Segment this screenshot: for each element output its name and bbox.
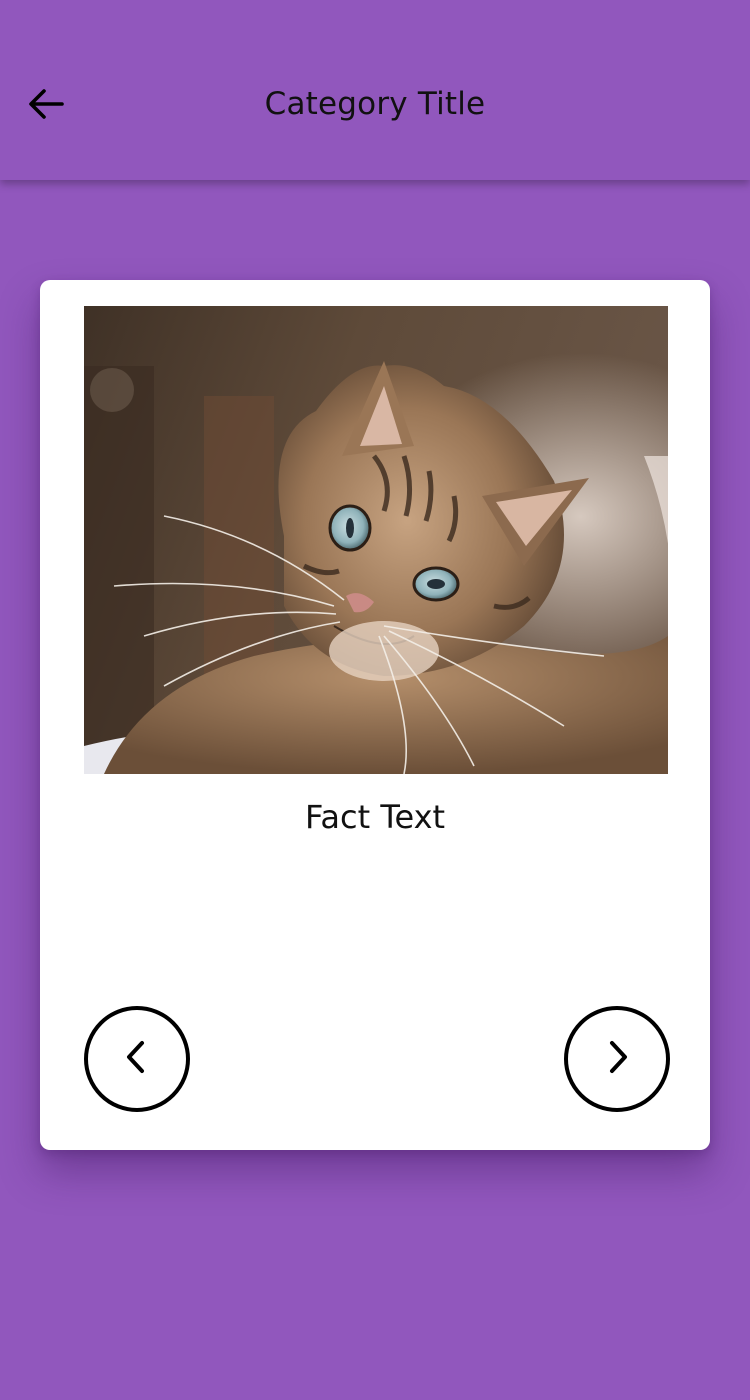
fact-card: Fact Text bbox=[40, 280, 710, 1150]
chevron-right-icon bbox=[597, 1037, 637, 1081]
next-fact-button[interactable] bbox=[564, 1006, 670, 1112]
previous-fact-button[interactable] bbox=[84, 1006, 190, 1112]
app-bar: Category Title bbox=[0, 0, 750, 180]
chevron-left-icon bbox=[117, 1037, 157, 1081]
page-title: Category Title bbox=[264, 86, 486, 122]
cat-photo bbox=[84, 306, 668, 774]
fact-text: Fact Text bbox=[304, 798, 446, 836]
screen: Category Title Fact Text bbox=[0, 0, 750, 1400]
